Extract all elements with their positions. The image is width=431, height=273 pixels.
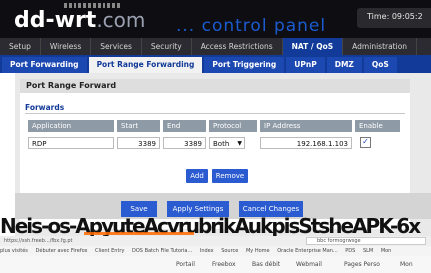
forwards-legend: Forwards — [25, 103, 65, 112]
bookmark-webmail[interactable]: Webmail — [296, 256, 322, 273]
column-header-ip-address: IP Address — [260, 120, 352, 132]
search-text: bbc formogrwsge — [317, 238, 361, 244]
subtab-upnp[interactable]: UPnP — [286, 57, 325, 73]
bookmark-bas-debit[interactable]: Bas débit — [252, 256, 280, 273]
tab-access-restrictions[interactable]: Access Restrictions — [192, 38, 283, 55]
add-button[interactable]: Add — [186, 169, 208, 183]
column-header-application: Application — [28, 120, 114, 132]
tab-administration[interactable]: Administration — [343, 38, 418, 55]
bookmark-item[interactable]: PDS — [345, 248, 355, 254]
legend-divider — [25, 113, 405, 114]
bookmark-pages-perso[interactable]: Pages Perso — [344, 256, 380, 273]
bookmark-item[interactable]: My Home — [246, 248, 270, 254]
application-input[interactable]: RDP — [28, 137, 114, 149]
tab-services[interactable]: Services — [91, 38, 142, 55]
header: dd-wrt.com ... control panel Time: 09:05… — [0, 0, 431, 38]
end-port-input[interactable]: 3389 — [163, 137, 206, 149]
tab-nat-qos[interactable]: NAT / QoS — [282, 38, 344, 55]
bookmark-item[interactable]: Débuter avec Firefox — [36, 248, 88, 254]
time-display: Time: 09:05:2 — [357, 8, 431, 28]
logo-text: dd-wrt — [14, 8, 97, 33]
remove-button[interactable]: Remove — [212, 169, 248, 183]
subtab-dmz[interactable]: DMZ — [326, 57, 362, 73]
panel-title: Port Range Forward — [20, 79, 410, 93]
ddwrt-logo[interactable]: dd-wrt.com — [14, 8, 145, 33]
bookmarks-bar: plus visités Débuter avec Firefox Client… — [0, 246, 431, 256]
bookmark-item[interactable]: Mon — [381, 248, 392, 254]
orange-underline — [84, 232, 194, 235]
overlay-text: Neis-os-ApyuteAcvrubrikAukpisStsheAPK-6x — [0, 214, 421, 238]
protocol-select[interactable]: Both ▼ — [209, 137, 245, 149]
tab-setup[interactable]: Setup — [0, 38, 41, 55]
subtab-port-triggering[interactable]: Port Triggering — [204, 57, 285, 73]
bookmarks-bar-2: Portail Freebox Bas débit Webmail Pages … — [0, 256, 431, 273]
time-label: Time: 09:05:2 — [367, 12, 423, 21]
subtab-port-forwarding[interactable]: Port Forwarding — [2, 57, 87, 73]
bookmark-freebox[interactable]: Freebox — [212, 256, 236, 273]
start-port-input[interactable]: 3389 — [117, 137, 160, 149]
bookmark-item[interactable]: plus visités — [0, 248, 28, 254]
bookmark-item[interactable]: Client Entry — [95, 248, 124, 254]
bookmark-portail[interactable]: Portail — [176, 256, 195, 273]
url-text: https://ssh.freeb.../fbx.fg.pt — [4, 238, 73, 244]
tab-security[interactable]: Security — [142, 38, 192, 55]
browser-search-box[interactable]: bbc formogrwsge — [306, 237, 426, 245]
bookmark-item[interactable]: Source — [221, 248, 238, 254]
bookmark-item[interactable]: DOS Batch File Tutoria... — [132, 248, 192, 254]
control-panel-title: ... control panel — [176, 16, 327, 36]
subtab-qos[interactable]: QoS — [363, 57, 397, 73]
column-header-protocol: Protocol — [209, 120, 257, 132]
bookmark-item[interactable]: Oracle Enterprise Man... — [277, 248, 337, 254]
ip-address-input[interactable]: 192.168.1.103 — [260, 137, 352, 149]
sub-nav-tabs: Port Forwarding Port Range Forwarding Po… — [0, 55, 431, 73]
tab-wireless[interactable]: Wireless — [41, 38, 92, 55]
enable-checkbox[interactable]: ✓ — [360, 137, 371, 148]
bookmark-item[interactable]: SLM — [363, 248, 373, 254]
bookmark-mon[interactable]: Mon — [400, 256, 413, 273]
bookmark-item[interactable]: Index — [200, 248, 214, 254]
chevron-down-icon: ▼ — [237, 140, 242, 147]
logo-suffix: .com — [96, 8, 146, 32]
protocol-value: Both — [213, 140, 230, 148]
column-header-end: End — [163, 120, 206, 132]
main-nav-tabs: Setup Wireless Services Security Access … — [0, 38, 431, 55]
browser-address-bar[interactable]: https://ssh.freeb.../fbx.fg.pt bbc formo… — [0, 236, 431, 246]
column-header-enable: Enable — [355, 120, 400, 132]
subtab-port-range-forwarding[interactable]: Port Range Forwarding — [88, 57, 203, 73]
column-header-start: Start — [117, 120, 160, 132]
